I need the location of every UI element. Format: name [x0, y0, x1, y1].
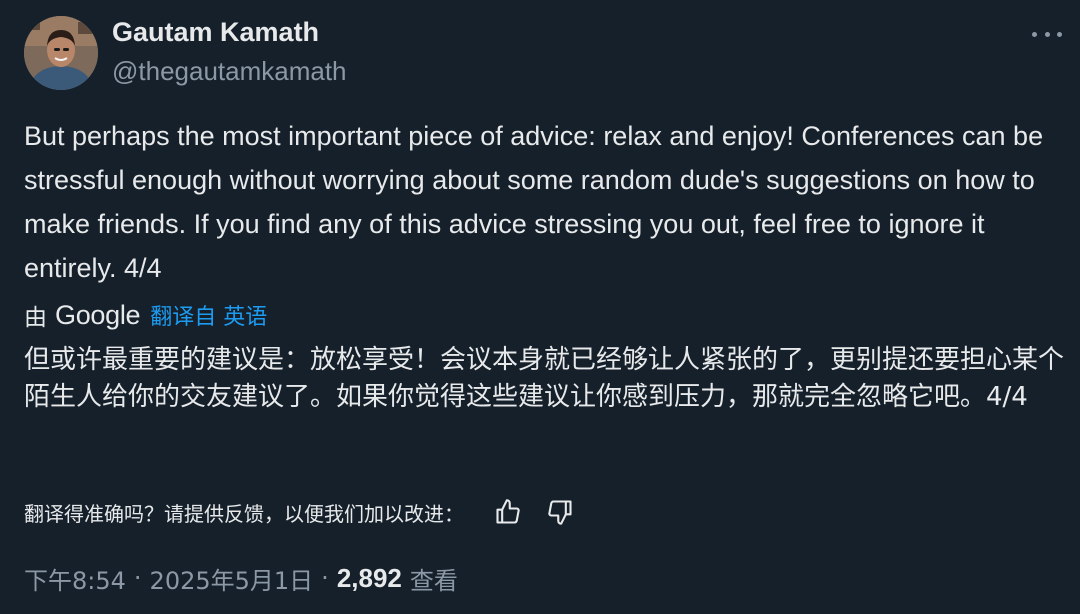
author-name[interactable]: Gautam Kamath	[112, 17, 319, 48]
feedback-question: 翻译得准确吗？请提供反馈，以便我们加以改进：	[24, 501, 464, 526]
avatar[interactable]	[24, 16, 98, 90]
dot	[1032, 31, 1037, 37]
avatar-photo	[24, 16, 98, 90]
translated-text: 但或许最重要的建议是：放松享受！会议本身就已经够让人紧张的了，更别提还要担心某个…	[24, 345, 1065, 412]
tweet-time[interactable]: 下午8:54	[24, 561, 126, 596]
thumbs-down-icon[interactable]	[542, 494, 578, 530]
separator: ·	[321, 564, 329, 592]
translation-feedback: 翻译得准确吗？请提供反馈，以便我们加以改进：	[24, 494, 594, 530]
views-count: 2,892	[336, 562, 402, 593]
tweet-text: But perhaps the most important piece of …	[24, 121, 1044, 283]
more-options-icon[interactable]	[1032, 22, 1062, 46]
separator: ·	[133, 564, 142, 592]
dot	[1044, 31, 1050, 37]
translated-by-label: 由	[24, 305, 47, 331]
tweet-metadata: 下午8:54 · 2025年5月1日 · 2,892 查看	[24, 560, 458, 596]
translation-attribution: 由 Google 翻译自 英语	[24, 298, 267, 332]
author-handle[interactable]: @thegautamkamath	[112, 56, 347, 87]
views-label: 查看	[409, 566, 458, 595]
dot	[1057, 31, 1062, 37]
translated-from-link[interactable]: 翻译自 英语	[150, 299, 267, 331]
tweet-date[interactable]: 2025年5月1日	[150, 561, 314, 596]
thumbs-up-icon[interactable]	[490, 494, 526, 530]
google-logo: Google	[55, 299, 141, 330]
